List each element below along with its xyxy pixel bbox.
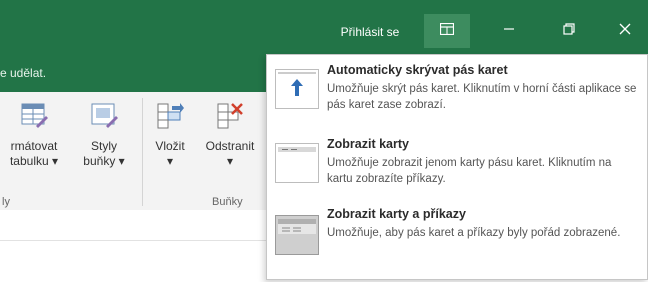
menu-item-title: Zobrazit karty <box>327 137 409 151</box>
minimize-icon <box>503 22 515 40</box>
menu-item-show-tabs[interactable]: Zobrazit karty Umožňuje zobrazit jenom k… <box>267 137 647 199</box>
cell-styles-icon <box>76 100 132 135</box>
menu-item-description: Umožňuje zobrazit jenom karty pásu karet… <box>327 157 612 185</box>
menu-item-title: Automaticky skrývat pás karet <box>327 63 508 77</box>
worksheet-area <box>0 210 266 282</box>
auto-hide-ribbon-icon <box>275 69 319 109</box>
format-as-table-icon <box>0 100 68 135</box>
formula-bar-divider <box>0 240 266 241</box>
cell-styles-label-1: Styly <box>90 139 117 153</box>
tell-me-text[interactable]: e udělat. <box>0 66 46 80</box>
show-tabs-icon <box>275 143 319 183</box>
cell-styles-label-2: buňky ▾ <box>83 154 125 168</box>
close-icon <box>619 22 631 40</box>
restore-button[interactable] <box>546 14 592 48</box>
format-as-table-button[interactable]: rmátovat tabulku ▾ <box>0 100 68 169</box>
menu-item-description: Umožňuje, aby pás karet a příkazy byly p… <box>327 227 621 239</box>
cells-group-label: Buňky <box>212 196 243 208</box>
menu-item-title: Zobrazit karty a příkazy <box>327 207 466 221</box>
styles-group-label: ly <box>2 196 10 208</box>
insert-cells-label-1: Vložit <box>155 139 185 153</box>
show-tabs-and-commands-icon <box>275 215 319 255</box>
group-divider <box>142 98 143 206</box>
close-button[interactable] <box>602 14 648 48</box>
ribbon-display-options-icon <box>439 22 455 40</box>
format-as-table-label-1: rmátovat <box>10 139 58 153</box>
cell-styles-button[interactable]: Styly buňky ▾ <box>76 100 132 169</box>
ribbon-display-options-menu: Automaticky skrývat pás karet Umožňuje s… <box>266 54 648 280</box>
menu-item-show-tabs-and-commands[interactable]: Zobrazit karty a příkazy Umožňuje, aby p… <box>267 207 647 271</box>
delete-cells-button[interactable]: Odstranit ▾ <box>198 100 262 169</box>
delete-cells-label-2: ▾ <box>226 154 234 168</box>
delete-cells-label-1: Odstranit <box>205 139 255 153</box>
format-as-table-label-2: tabulku ▾ <box>9 154 59 168</box>
ribbon-display-options-button[interactable] <box>424 14 470 48</box>
menu-item-auto-hide-ribbon[interactable]: Automaticky skrývat pás karet Umožňuje s… <box>267 63 647 125</box>
insert-cells-button[interactable]: Vložit ▾ <box>148 100 192 169</box>
sign-in-button[interactable]: Přihlásit se <box>318 22 422 42</box>
minimize-button[interactable] <box>486 14 532 48</box>
delete-cells-icon <box>198 100 262 135</box>
menu-item-description: Umožňuje skrýt pás karet. Kliknutím v ho… <box>327 83 637 111</box>
insert-cells-icon <box>148 100 192 135</box>
insert-cells-label-2: ▾ <box>166 154 174 168</box>
restore-icon <box>563 22 575 40</box>
